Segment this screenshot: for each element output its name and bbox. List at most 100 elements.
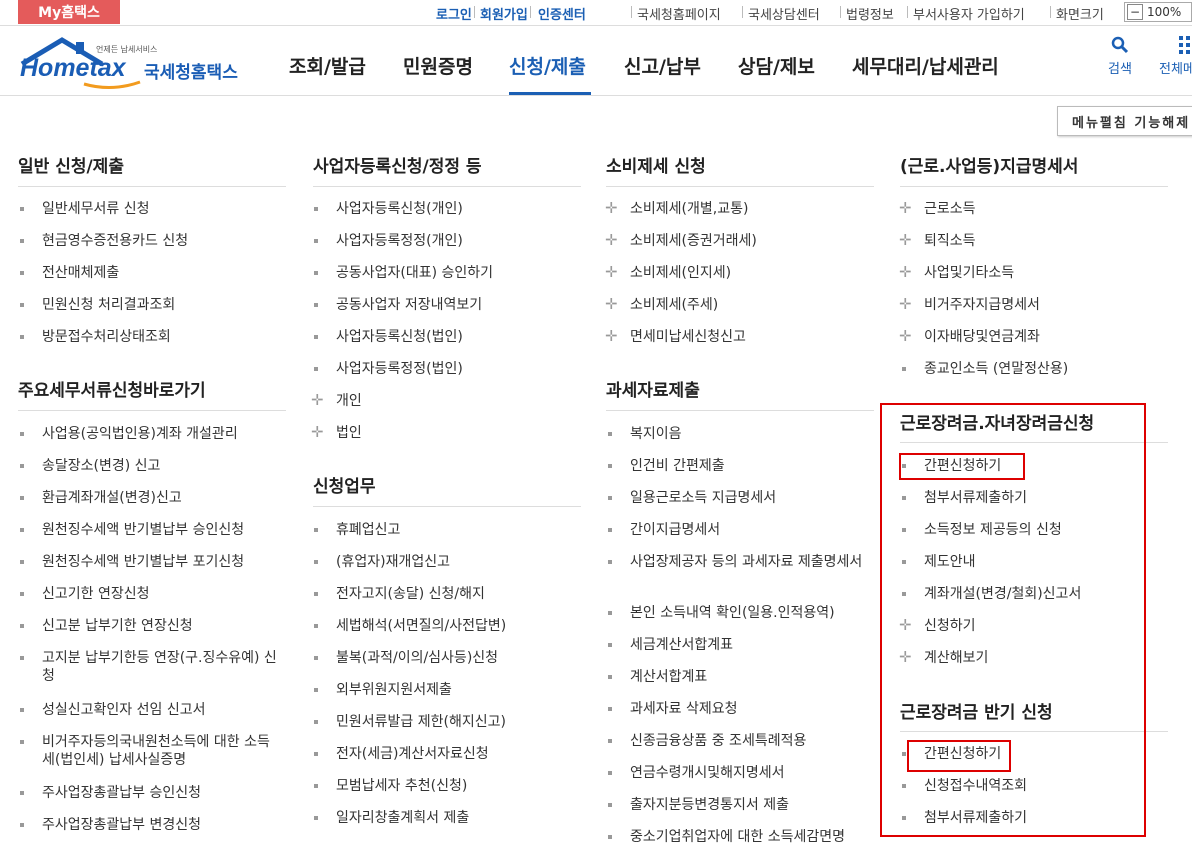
- active-nav-underline: [509, 92, 591, 95]
- menu-item[interactable]: 비거주자등의국내원천소득에 대한 소득세(법인세) 납세사실증명: [20, 733, 282, 769]
- nav-tax-agent[interactable]: 세무대리/납세관리: [852, 52, 999, 79]
- menu-item[interactable]: 신종금융상품 중 조세특례적용: [608, 732, 806, 750]
- menu-item[interactable]: 출자지분등변경통지서 제출: [608, 796, 789, 814]
- section-divider: [606, 410, 874, 411]
- menu-item[interactable]: 사업자등록정정(법인): [314, 360, 463, 378]
- menu-item[interactable]: 인건비 간편제출: [608, 457, 725, 475]
- zoom-out-button[interactable]: −: [1127, 4, 1143, 20]
- menu-item[interactable]: 송달장소(변경) 신고: [20, 457, 160, 475]
- all-menu-button[interactable]: 전체메: [1152, 36, 1192, 77]
- menu-item[interactable]: 불복(과적/이의/심사등)신청: [314, 649, 498, 667]
- plus-icon: ✛: [605, 295, 618, 313]
- divider: [1050, 6, 1051, 18]
- menu-item[interactable]: 공동사업자(대표) 승인하기: [314, 264, 493, 282]
- plus-icon: ✛: [899, 327, 912, 345]
- signup-link[interactable]: 회원가입: [480, 4, 528, 23]
- menu-item[interactable]: 본인 소득내역 확인(일용.인적용역): [608, 604, 835, 622]
- menu-item[interactable]: 모범납세자 추천(신청): [314, 777, 467, 795]
- menu-item[interactable]: 전자(세금)계산서자료신청: [314, 745, 489, 763]
- expandable-menu-item[interactable]: ✛ 법인: [311, 423, 362, 442]
- expandable-menu-item[interactable]: ✛ 사업및기타소득: [899, 263, 1014, 282]
- menu-item[interactable]: 환급계좌개설(변경)신고: [20, 489, 182, 507]
- menu-item[interactable]: 현금영수증전용카드 신청: [20, 232, 188, 250]
- menu-item[interactable]: 사업자등록신청(법인): [314, 328, 463, 346]
- plus-icon: ✛: [311, 391, 324, 409]
- menu-item[interactable]: 원천징수세액 반기별납부 승인신청: [20, 521, 244, 539]
- section-title-business-registration: 사업자등록신청/정정 등: [313, 157, 482, 177]
- expandable-menu-item[interactable]: ✛ 비거주자지급명세서: [899, 295, 1040, 314]
- menu-item[interactable]: 휴폐업신고: [314, 521, 400, 539]
- nav-civil-certificate[interactable]: 민원증명: [403, 52, 473, 79]
- menu-item[interactable]: 일반세무서류 신청: [20, 200, 150, 218]
- zoom-control: − 100%: [1124, 2, 1192, 22]
- expandable-menu-item[interactable]: ✛ 이자배당및연금계좌: [899, 327, 1040, 346]
- menu-item[interactable]: 과세자료 삭제요청: [608, 700, 738, 718]
- menu-item[interactable]: 종교인소득 (연말정산용): [902, 360, 1068, 378]
- menu-item[interactable]: 복지이음: [608, 425, 682, 443]
- menu-item[interactable]: 일자리창출계획서 제출: [314, 809, 469, 827]
- hometax-logo[interactable]: 언제든 납세서비스 Hometax 국세청홈택스: [16, 36, 246, 92]
- plus-icon: ✛: [605, 263, 618, 281]
- login-link[interactable]: 로그인: [436, 4, 472, 23]
- menu-item[interactable]: 민원신청 처리결과조회: [20, 296, 175, 314]
- menu-expand-toggle-button[interactable]: 메뉴펼침 기능해제: [1057, 106, 1192, 136]
- divider: [474, 6, 475, 18]
- expandable-menu-item[interactable]: ✛ 소비제세(인지세): [605, 263, 731, 282]
- section-title-major-docs: 주요세무서류신청바로가기: [18, 381, 206, 401]
- menu-item[interactable]: 사업자등록신청(개인): [314, 200, 463, 218]
- menu-item[interactable]: (휴업자)재개업신고: [314, 553, 450, 571]
- menu-item[interactable]: 세법해석(서면질의/사전답변): [314, 617, 506, 635]
- menu-item[interactable]: 전자고지(송달) 신청/해지: [314, 585, 485, 603]
- header-search-button[interactable]: 검색: [1100, 36, 1140, 77]
- nav-inquiry-issue[interactable]: 조회/발급: [289, 52, 366, 79]
- my-hometax-button[interactable]: My홈택스: [18, 0, 120, 24]
- screen-size-label: 화면크기: [1056, 8, 1104, 23]
- menu-item[interactable]: 신고기한 연장신청: [20, 585, 150, 603]
- law-info-link[interactable]: 법령정보: [846, 4, 894, 23]
- menu-item[interactable]: 외부위원지원서제출: [314, 681, 452, 699]
- menu-item[interactable]: 성실신고확인자 선임 신고서: [20, 701, 205, 719]
- menu-item[interactable]: 간이지급명세서: [608, 521, 720, 539]
- search-label: 검색: [1108, 62, 1132, 77]
- logo-swoosh-icon: [83, 80, 141, 89]
- menu-item[interactable]: 일용근로소득 지급명세서: [608, 489, 776, 507]
- search-icon: [1111, 36, 1129, 54]
- section-divider: [18, 186, 286, 187]
- menu-item[interactable]: 세금계산서합계표: [608, 636, 733, 654]
- logo-korean-text: 국세청홈택스: [144, 63, 238, 83]
- cert-center-link[interactable]: 인증센터: [538, 4, 586, 23]
- menu-item[interactable]: 사업용(공익법인용)계좌 개설관리: [20, 425, 238, 443]
- expandable-menu-item[interactable]: ✛ 면세미납세신청신고: [605, 327, 746, 346]
- menu-item[interactable]: 공동사업자 저장내역보기: [314, 296, 482, 314]
- expandable-menu-item[interactable]: ✛ 소비제세(증권거래세): [605, 231, 757, 250]
- menu-item[interactable]: 중소기업취업자에 대한 소득세감면명: [608, 828, 845, 846]
- menu-item[interactable]: 민원서류발급 제한(해지신고): [314, 713, 506, 731]
- menu-item[interactable]: 주사업장총괄납부 승인신청: [20, 784, 201, 802]
- expandable-menu-item[interactable]: ✛ 퇴직소득: [899, 231, 976, 250]
- expandable-menu-item[interactable]: ✛ 소비제세(주세): [605, 295, 718, 314]
- menu-item[interactable]: 전산매체제출: [20, 264, 119, 282]
- menu-item[interactable]: 신고분 납부기한 연장신청: [20, 617, 193, 635]
- main-header: 언제든 납세서비스 Hometax 국세청홈택스 조회/발급 민원증명 신청/제…: [0, 26, 1192, 96]
- expandable-menu-item[interactable]: ✛ 개인: [311, 391, 362, 410]
- menu-item[interactable]: 주사업장총괄납부 변경신청: [20, 816, 201, 834]
- plus-icon: ✛: [605, 199, 618, 217]
- expandable-menu-item[interactable]: ✛ 근로소득: [899, 199, 976, 218]
- nav-apply-submit[interactable]: 신청/제출: [509, 52, 586, 79]
- menu-item[interactable]: 고지분 납부기한등 연장(구.징수유예) 신청: [20, 649, 282, 685]
- all-menu-label: 전체메: [1159, 62, 1192, 77]
- menu-item[interactable]: 방문접수처리상태조회: [20, 328, 171, 346]
- expandable-menu-item[interactable]: ✛ 소비제세(개별,교통): [605, 199, 748, 218]
- nav-consult-tip[interactable]: 상담/제보: [738, 52, 815, 79]
- section-divider: [313, 186, 581, 187]
- nts-homepage-link[interactable]: 국세청홈페이지: [637, 4, 721, 23]
- nav-report-pay[interactable]: 신고/납부: [624, 52, 701, 79]
- menu-item[interactable]: 원천징수세액 반기별납부 포기신청: [20, 553, 244, 571]
- zoom-value: 100%: [1147, 5, 1182, 19]
- menu-item[interactable]: 사업자등록정정(개인): [314, 232, 463, 250]
- menu-item[interactable]: 계산서합계표: [608, 668, 707, 686]
- menu-item[interactable]: 연금수령개시및해지명세서: [608, 764, 785, 782]
- menu-item[interactable]: 사업장제공자 등의 과세자료 제출명세서: [608, 553, 874, 571]
- dept-user-signup-link[interactable]: 부서사용자 가입하기: [913, 4, 1025, 23]
- consult-center-link[interactable]: 국세상담센터: [748, 4, 820, 23]
